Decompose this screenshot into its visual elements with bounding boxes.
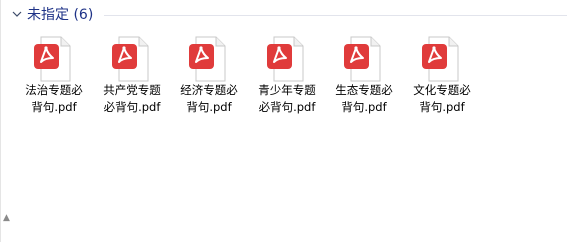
file-name: 青少年专题 必背句.pdf (249, 82, 325, 116)
file-item-6[interactable]: 文化专题必 背句.pdf (404, 36, 480, 120)
pdf-file-icon (189, 36, 226, 82)
pdf-file-icon (267, 36, 304, 82)
file-name-line-2: 必背句.pdf (258, 100, 316, 114)
file-item-5[interactable]: 生态专题必 背句.pdf (326, 36, 402, 120)
file-name-line-1: 青少年专题 (258, 83, 316, 97)
file-name-line-1: 生态专题必 (335, 83, 393, 97)
group-label: 未指定 (6) (27, 7, 94, 23)
file-name-line-1: 法治专题必 (25, 83, 83, 97)
pane-left-border (0, 0, 1, 242)
file-name-line-1: 经济专题必 (180, 83, 238, 97)
file-name-line-2: 背句.pdf (341, 100, 387, 114)
file-item-1[interactable]: 法治专题必 背句.pdf (16, 36, 92, 120)
file-name: 经济专题必 背句.pdf (171, 82, 247, 116)
scroll-up-arrow-icon[interactable]: ▲ (3, 214, 13, 223)
group-divider (104, 15, 567, 16)
file-name-line-2: 背句.pdf (31, 100, 77, 114)
pdf-file-icon (344, 36, 381, 82)
file-item-4[interactable]: 青少年专题 必背句.pdf (249, 36, 325, 120)
pdf-file-icon (422, 36, 459, 82)
file-explorer-content-pane: 未指定 (6) 法治专题必 背句.pdf 共产党专题 必背句.pdf 经济专题必… (0, 0, 573, 242)
file-name-line-1: 共产党专题 (103, 83, 161, 97)
file-name: 法治专题必 背句.pdf (16, 82, 92, 116)
file-name: 生态专题必 背句.pdf (326, 82, 402, 116)
pdf-file-icon (112, 36, 149, 82)
file-name-line-2: 背句.pdf (419, 100, 465, 114)
file-name-line-2: 背句.pdf (186, 100, 232, 114)
pdf-file-icon (34, 36, 71, 82)
chevron-down-icon[interactable] (11, 8, 23, 20)
group-header[interactable]: 未指定 (6) (0, 4, 573, 26)
file-name-line-1: 文化专题必 (413, 83, 471, 97)
file-name: 文化专题必 背句.pdf (404, 82, 480, 116)
file-item-3[interactable]: 经济专题必 背句.pdf (171, 36, 247, 120)
file-name: 共产党专题 必背句.pdf (94, 82, 170, 116)
file-name-line-2: 必背句.pdf (103, 100, 161, 114)
file-item-2[interactable]: 共产党专题 必背句.pdf (94, 36, 170, 120)
